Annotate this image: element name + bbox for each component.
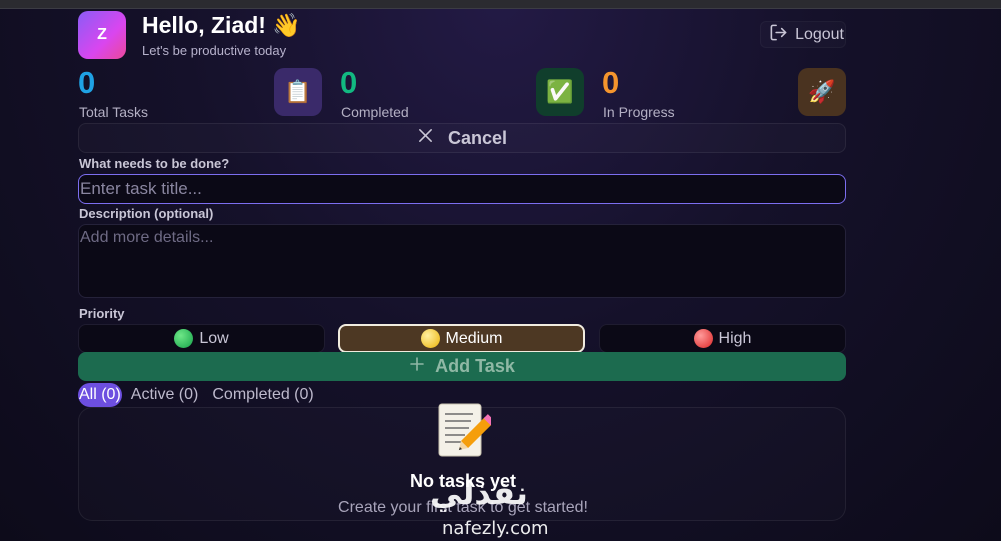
logout-button[interactable]: Logout bbox=[760, 21, 846, 48]
tab-active[interactable]: Active (0) bbox=[126, 383, 204, 407]
stat-completed: 0 Completed ✅ bbox=[340, 65, 584, 120]
priority-medium-button[interactable]: Medium bbox=[338, 324, 585, 353]
check-mark-icon: ✅ bbox=[536, 68, 584, 116]
priority-high-button[interactable]: High bbox=[599, 324, 846, 353]
close-icon bbox=[417, 127, 434, 149]
red-circle-icon bbox=[693, 329, 713, 348]
description-label: Description (optional) bbox=[79, 206, 214, 221]
add-task-button[interactable]: Add Task bbox=[78, 352, 846, 381]
task-title-input[interactable] bbox=[78, 174, 846, 204]
window-top-edge bbox=[0, 0, 1001, 9]
greeting-title: Hello, Ziad! 👋 bbox=[142, 12, 301, 38]
add-task-label: Add Task bbox=[435, 356, 515, 376]
header: Z Hello, Ziad! 👋 Let's be productive tod… bbox=[78, 9, 846, 61]
tab-completed[interactable]: Completed (0) bbox=[207, 383, 318, 407]
task-title-label: What needs to be done? bbox=[79, 156, 230, 171]
description-input[interactable] bbox=[78, 224, 846, 298]
yellow-circle-icon bbox=[420, 329, 440, 348]
filter-tabs: All (0) Active (0) Completed (0) bbox=[78, 383, 319, 407]
rocket-icon: 🚀 bbox=[798, 68, 846, 116]
stat-label: Completed bbox=[341, 104, 409, 120]
stat-value: 0 bbox=[78, 65, 96, 100]
clipboard-icon: 📋 bbox=[274, 68, 322, 116]
watermark-arabic-text: نفذلي bbox=[430, 475, 528, 511]
cancel-label: Cancel bbox=[447, 127, 508, 148]
stat-value: 0 bbox=[340, 65, 358, 100]
stat-in-progress: 0 In Progress 🚀 bbox=[602, 65, 846, 120]
plus-icon bbox=[409, 356, 425, 377]
watermark-latin-text: nafezly.com bbox=[442, 518, 549, 539]
logout-label: Logout bbox=[795, 25, 844, 43]
priority-low-button[interactable]: Low bbox=[78, 324, 325, 353]
tab-all[interactable]: All (0) bbox=[78, 383, 122, 407]
stat-label: In Progress bbox=[603, 104, 675, 120]
priority-label: Priority bbox=[79, 306, 125, 321]
priority-label-text: Low bbox=[199, 329, 229, 347]
greeting-subtitle: Let's be productive today bbox=[142, 43, 287, 58]
watermark-logo: نفذلي nafezly.com bbox=[420, 474, 570, 540]
avatar: Z bbox=[78, 11, 126, 59]
logout-icon bbox=[769, 23, 788, 47]
memo-icon bbox=[435, 400, 495, 460]
cancel-button[interactable]: Cancel bbox=[78, 123, 846, 153]
priority-label-text: Medium bbox=[445, 329, 503, 347]
priority-label-text: High bbox=[718, 329, 752, 347]
stat-label: Total Tasks bbox=[79, 104, 148, 120]
green-circle-icon bbox=[174, 329, 194, 348]
stat-total-tasks: 0 Total Tasks 📋 bbox=[78, 65, 322, 120]
stat-value: 0 bbox=[602, 65, 620, 100]
